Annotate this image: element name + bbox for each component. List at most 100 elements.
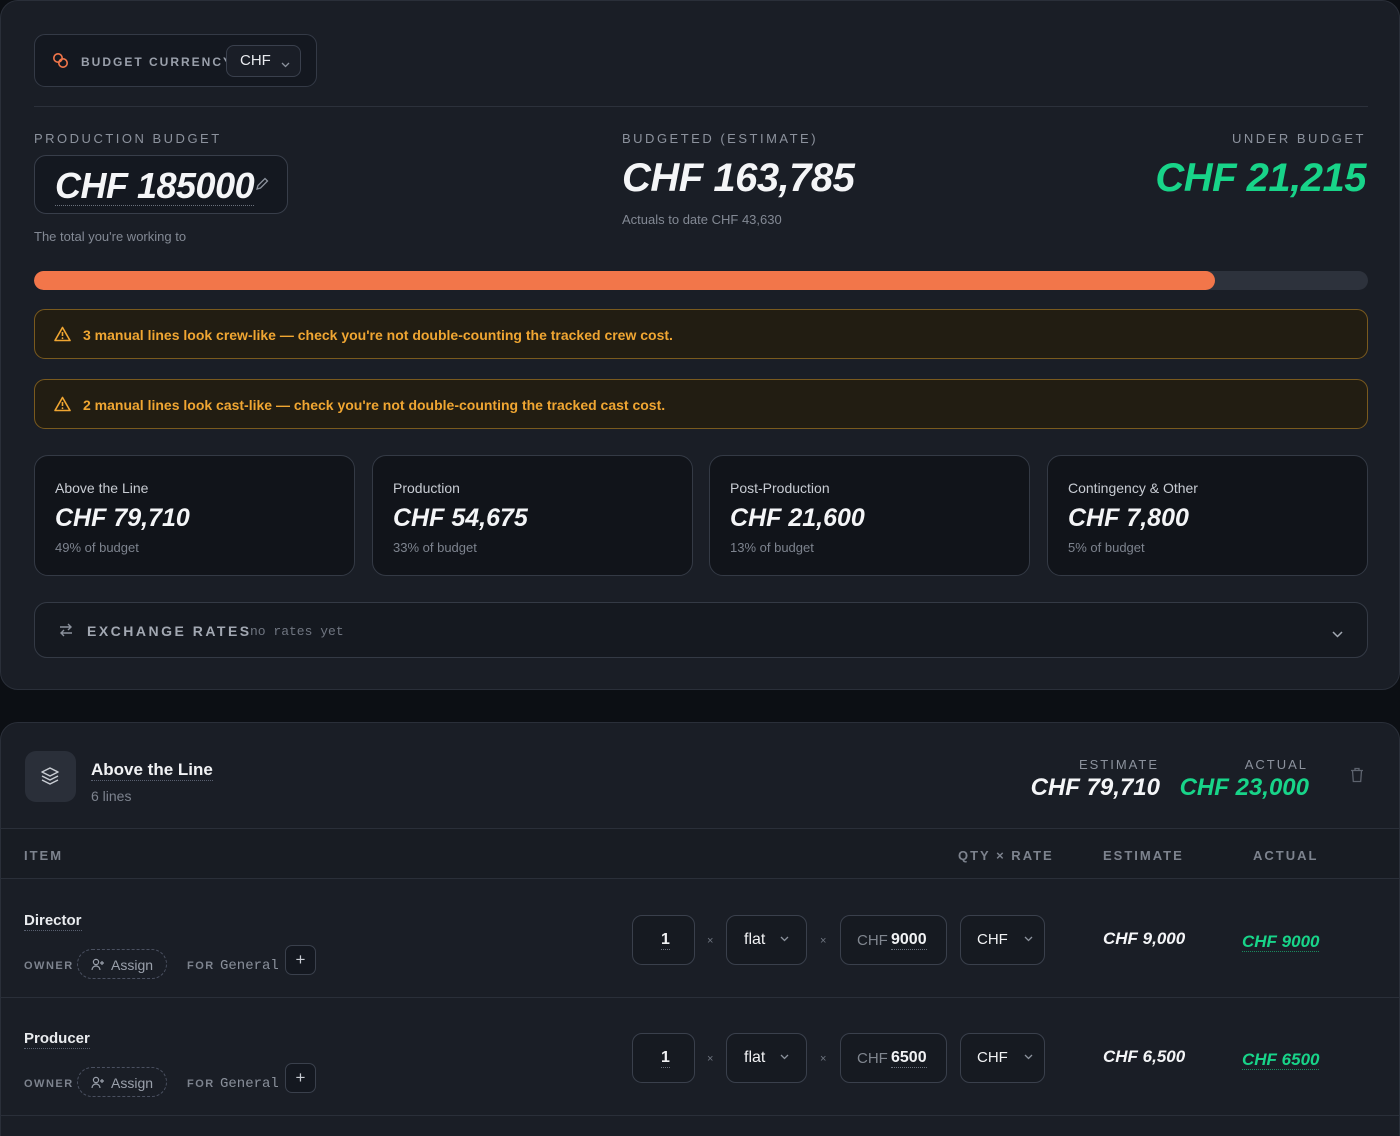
bucket-value: CHF 79,710 [55, 504, 190, 532]
exchange-rates-toggle[interactable]: EXCHANGE RATES no rates yet [34, 602, 1368, 658]
for-value[interactable]: General [220, 1076, 279, 1092]
coins-icon [52, 52, 69, 74]
quantity-input[interactable]: 1 [632, 1033, 695, 1083]
category-line-count: 6 lines [91, 788, 132, 804]
bucket-value: CHF 7,800 [1068, 504, 1189, 532]
bucket-production: Production CHF 54,675 33% of budget [372, 455, 693, 576]
unit-select[interactable]: flat [726, 1033, 807, 1083]
line-estimate: CHF 6,500 [1103, 1047, 1186, 1066]
add-for-button[interactable]: + [285, 945, 316, 975]
bucket-percent: 13% of budget [730, 540, 814, 555]
quantity-input[interactable]: 1 [632, 915, 695, 965]
line-actual[interactable]: CHF 6500 [1242, 1050, 1320, 1070]
category-header: Above the Line 6 lines ESTIMATE CHF 79,7… [1, 723, 1399, 829]
budget-summary-card: BUDGET CURRENCY CHF PRODUCTION BUDGET CH… [0, 0, 1400, 690]
category-estimate-label: ESTIMATE [1078, 757, 1159, 772]
add-for-button[interactable]: + [285, 1063, 316, 1093]
owner-label: OWNER [24, 960, 74, 972]
budget-currency-value: CHF [240, 52, 271, 69]
trash-icon[interactable] [1350, 767, 1364, 788]
production-budget-label: PRODUCTION BUDGET [34, 131, 222, 146]
chevron-down-icon [281, 55, 290, 72]
cast-warning-text: 2 manual lines look cast-like — check yo… [83, 397, 666, 413]
category-title[interactable]: Above the Line [91, 760, 213, 781]
quantity-value: 1 [661, 1049, 670, 1068]
budgeted-estimate-label: BUDGETED (ESTIMATE) [622, 131, 819, 146]
warning-icon [54, 396, 71, 417]
bucket-percent: 49% of budget [55, 540, 139, 555]
assign-label: Assign [111, 957, 154, 973]
owner-label: OWNER [24, 1078, 74, 1090]
budget-currency-control: BUDGET CURRENCY CHF [34, 34, 317, 87]
times-sign: × [707, 935, 714, 947]
times-sign: × [707, 1053, 714, 1065]
budget-currency-select[interactable]: CHF [226, 45, 301, 77]
rate-input[interactable]: CHF 6500 [840, 1033, 947, 1083]
pencil-icon[interactable] [254, 176, 270, 197]
unit-select[interactable]: flat [726, 915, 807, 965]
layers-icon [25, 751, 76, 802]
for-label: FOR [187, 960, 215, 972]
line-currency-value: CHF [977, 931, 1008, 948]
rate-currency: CHF [857, 1050, 888, 1067]
column-qty-rate: QTY × RATE [958, 848, 1054, 863]
bucket-name: Above the Line [55, 480, 149, 496]
crew-warning: 3 manual lines look crew-like — check yo… [34, 309, 1368, 359]
bucket-above-the-line: Above the Line CHF 79,710 49% of budget [34, 455, 355, 576]
user-plus-icon [91, 958, 104, 971]
bucket-name: Contingency & Other [1068, 480, 1198, 496]
for-value[interactable]: General [220, 958, 279, 974]
table-row: Producer OWNER Assign FOR General + 1 × … [1, 998, 1399, 1116]
table-row: Director OWNER Assign FOR General + 1 × … [1, 880, 1399, 998]
category-actual-label: ACTUAL [1244, 757, 1308, 772]
chevron-down-icon [780, 1054, 789, 1060]
budgeted-estimate-value: CHF 163,785 [622, 156, 855, 200]
bucket-name: Production [393, 480, 460, 496]
divider [34, 106, 1368, 107]
chevron-down-icon [1332, 625, 1343, 643]
for-label: FOR [187, 1078, 215, 1090]
table-header: ITEM QTY × RATE ESTIMATE ACTUAL [1, 829, 1399, 879]
line-currency-select[interactable]: CHF [960, 915, 1045, 965]
column-item: ITEM [24, 848, 64, 863]
swap-arrows-icon [58, 623, 74, 642]
crew-warning-text: 3 manual lines look crew-like — check yo… [83, 327, 673, 343]
assign-owner-button[interactable]: Assign [77, 949, 167, 979]
assign-owner-button[interactable]: Assign [77, 1067, 167, 1097]
column-estimate: ESTIMATE [1103, 848, 1184, 863]
rate-input[interactable]: CHF 9000 [840, 915, 947, 965]
production-budget-editor[interactable]: CHF 185000 [34, 155, 288, 214]
production-budget-hint: The total you're working to [34, 229, 187, 244]
warning-icon [54, 326, 71, 347]
chevron-down-icon [780, 936, 789, 942]
actuals-to-date: Actuals to date CHF 43,630 [622, 212, 782, 227]
assign-label: Assign [111, 1075, 154, 1091]
exchange-rates-note: no rates yet [250, 624, 344, 639]
rate-value: 6500 [891, 1049, 927, 1068]
exchange-rates-label: EXCHANGE RATES [87, 623, 252, 639]
line-item-name[interactable]: Producer [24, 1030, 90, 1049]
line-actual[interactable]: CHF 9000 [1242, 932, 1320, 952]
under-budget-value: CHF 21,215 [1155, 156, 1366, 200]
unit-value: flat [744, 1049, 766, 1066]
category-estimate-value: CHF 79,710 [1030, 774, 1160, 801]
chevron-down-icon [1024, 936, 1033, 942]
line-currency-select[interactable]: CHF [960, 1033, 1045, 1083]
bucket-percent: 33% of budget [393, 540, 477, 555]
rate-value: 9000 [891, 931, 927, 950]
category-card: Above the Line 6 lines ESTIMATE CHF 79,7… [0, 722, 1400, 1136]
bucket-contingency-other: Contingency & Other CHF 7,800 5% of budg… [1047, 455, 1368, 576]
line-estimate: CHF 9,000 [1103, 929, 1186, 948]
bucket-value: CHF 21,600 [730, 504, 865, 532]
column-actual: ACTUAL [1253, 848, 1319, 863]
line-currency-value: CHF [977, 1049, 1008, 1066]
budget-currency-label: BUDGET CURRENCY [81, 55, 234, 69]
budget-progress-fill [34, 271, 1215, 290]
under-budget-label: UNDER BUDGET [1231, 131, 1366, 146]
times-sign: × [820, 935, 827, 947]
bucket-name: Post-Production [730, 480, 830, 496]
rate-currency: CHF [857, 932, 888, 949]
quantity-value: 1 [661, 931, 670, 950]
line-item-name[interactable]: Director [24, 912, 82, 931]
bucket-post-production: Post-Production CHF 21,600 13% of budget [709, 455, 1030, 576]
